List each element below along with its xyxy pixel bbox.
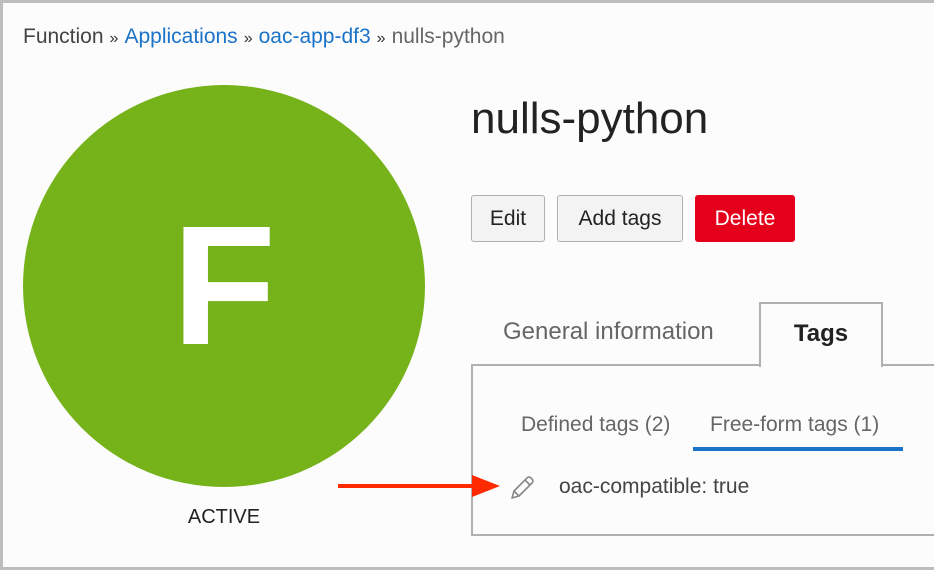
- breadcrumb-separator: »: [376, 30, 386, 47]
- status-label: ACTIVE: [187, 506, 261, 528]
- avatar-initial: F: [172, 191, 276, 381]
- tab-tags[interactable]: Tags: [759, 302, 883, 367]
- tag-item: oac-compatible: true: [559, 475, 750, 498]
- resource-avatar: F: [23, 85, 425, 487]
- active-subtab-underline: [693, 447, 903, 451]
- edit-button[interactable]: Edit: [471, 195, 545, 242]
- breadcrumb: Function » Applications » oac-app-df3 » nulls-…: [23, 25, 505, 49]
- tab-tags-label: Tags: [793, 319, 849, 347]
- breadcrumb-current: nulls-python: [391, 25, 505, 48]
- red-arrow-annotation: [338, 474, 503, 503]
- breadcrumb-separator: »: [243, 30, 253, 47]
- subtab-defined-tags[interactable]: Defined tags (2): [521, 413, 670, 437]
- breadcrumb-separator: »: [109, 30, 119, 47]
- pencil-icon[interactable]: [508, 474, 536, 507]
- breadcrumb-function: Function: [23, 25, 104, 48]
- add-tags-button[interactable]: Add tags: [557, 195, 683, 242]
- subtab-free-form-tags[interactable]: Free-form tags (1): [710, 413, 879, 437]
- breadcrumb-applications-link[interactable]: Applications: [124, 25, 237, 48]
- tab-general-information[interactable]: General information: [503, 318, 714, 346]
- breadcrumb-application-link[interactable]: oac-app-df3: [259, 25, 371, 48]
- delete-button[interactable]: Delete: [695, 195, 795, 242]
- page-title: nulls-python: [471, 94, 709, 143]
